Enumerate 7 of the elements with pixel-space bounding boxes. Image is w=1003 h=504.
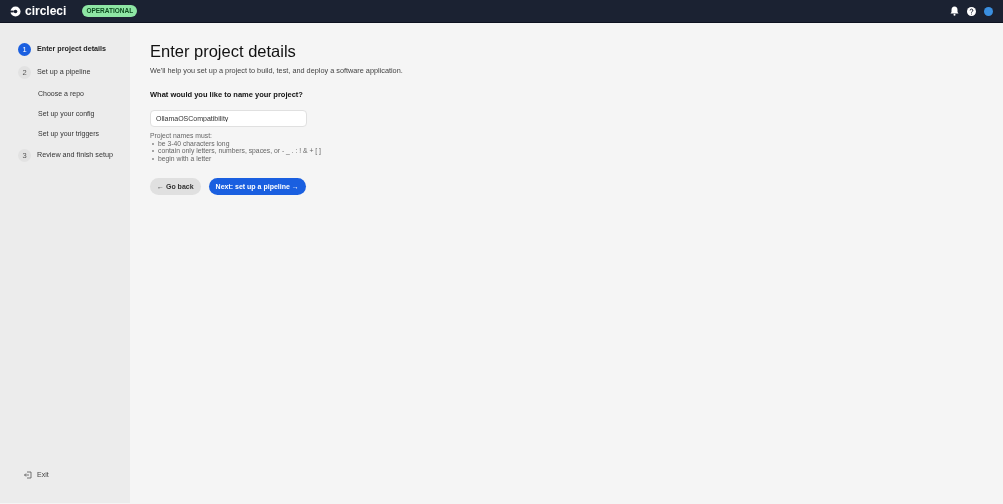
page-title: Enter project details (150, 42, 297, 62)
exit-icon[interactable] (24, 471, 32, 480)
help-icon[interactable] (967, 6, 976, 16)
logo-icon (10, 5, 21, 17)
avatar[interactable] (984, 6, 993, 16)
bell-icon[interactable] (950, 6, 959, 16)
logo-text[interactable]: circleci (25, 2, 67, 20)
